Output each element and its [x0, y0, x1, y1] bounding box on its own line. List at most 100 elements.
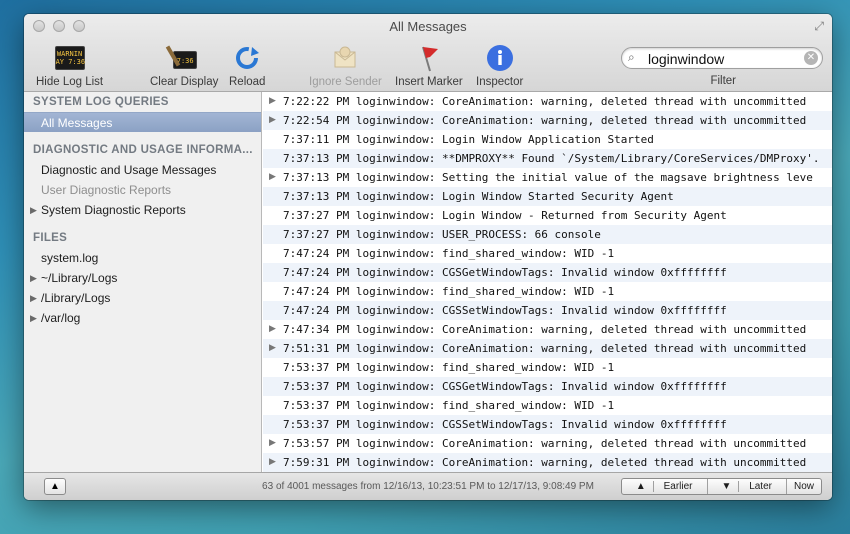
log-message: Login Window Application Started: [441, 133, 654, 146]
log-row[interactable]: 7:47:24 PM loginwindow: find_shared_wind…: [263, 244, 832, 263]
log-time: 7:51:31 PM: [283, 342, 350, 355]
sidebar-item[interactable]: system.log: [24, 248, 261, 268]
log-row-text: 7:37:27 PM loginwindow: Login Window - R…: [283, 209, 727, 222]
log-message: CoreAnimation: warning, deleted thread w…: [441, 456, 807, 469]
log-sender: loginwindow: [355, 304, 429, 317]
log-sender: loginwindow: [355, 171, 429, 184]
ignore-sender-button[interactable]: Ignore Sender: [309, 44, 382, 88]
console-icon: WARNIN AY 7:36: [54, 46, 85, 70]
log-row-text: 7:51:31 PM loginwindow: CoreAnimation: w…: [283, 342, 807, 355]
log-time: 7:47:34 PM: [283, 323, 350, 336]
sidebar-item-label: System Diagnostic Reports: [41, 203, 186, 217]
log-sender: loginwindow: [355, 285, 429, 298]
log-row[interactable]: 7:47:24 PM loginwindow: find_shared_wind…: [263, 282, 832, 301]
log-row[interactable]: ▶ 7:47:34 PM loginwindow: CoreAnimation: …: [263, 320, 832, 339]
log-row[interactable]: 7:53:37 PM loginwindow: CGSGetWindowTags…: [263, 377, 832, 396]
clear-search-icon[interactable]: ✕: [804, 51, 818, 65]
log-row-text: 7:47:24 PM loginwindow: CGSGetWindowTags…: [283, 266, 727, 279]
disclosure-triangle-icon[interactable]: ▶: [30, 308, 37, 328]
log-row-text: 7:37:13 PM loginwindow: Login Window Sta…: [283, 190, 674, 203]
log-message: **DMPROXY** Found `/System/Library/CoreS…: [441, 152, 820, 165]
log-row[interactable]: 7:47:24 PM loginwindow: CGSGetWindowTags…: [263, 263, 832, 282]
log-sender: loginwindow: [355, 247, 429, 260]
log-row[interactable]: ▶ 7:22:54 PM loginwindow: CoreAnimation: …: [263, 111, 832, 130]
fullscreen-icon[interactable]: ⤢: [814, 19, 824, 34]
search-input[interactable]: [648, 50, 798, 67]
log-time: 7:37:13 PM: [283, 152, 350, 165]
log-row[interactable]: 7:37:11 PM loginwindow: Login Window App…: [263, 130, 832, 149]
log-row-text: 7:53:57 PM loginwindow: CoreAnimation: w…: [283, 437, 807, 450]
reload-button[interactable]: Reload: [229, 44, 265, 88]
log-time: 7:53:37 PM: [283, 418, 350, 431]
inspector-button[interactable]: Inspector: [476, 44, 523, 88]
log-row[interactable]: 7:37:27 PM loginwindow: Login Window - R…: [263, 206, 832, 225]
disclosure-triangle-icon[interactable]: ▶: [269, 111, 276, 130]
sidebar-item[interactable]: ▶ System Diagnostic Reports: [24, 200, 261, 220]
sidebar-item-label: /Library/Logs: [41, 291, 111, 305]
log-row-text: 7:53:37 PM loginwindow: find_shared_wind…: [283, 361, 615, 374]
envelope-stamp-icon: [334, 46, 356, 68]
sidebar-item[interactable]: Diagnostic and Usage Messages: [24, 160, 261, 180]
log-time: 7:53:57 PM: [283, 437, 350, 450]
time-navigation: ▲ Earlier ▼ Later Now: [620, 478, 822, 495]
log-message: Setting the initial value of the magsave…: [441, 171, 813, 184]
log-message: find_shared_window: WID -1: [441, 285, 615, 298]
log-time: 7:47:24 PM: [283, 247, 350, 260]
log-message: USER_PROCESS: 66 console: [441, 228, 601, 241]
flag-icon: [421, 46, 438, 72]
disclosure-triangle-icon[interactable]: ▶: [30, 200, 37, 220]
info-icon: [486, 45, 513, 71]
log-sender: loginwindow: [355, 456, 429, 469]
disclosure-triangle-icon[interactable]: ▶: [30, 268, 37, 288]
log-row[interactable]: 7:37:13 PM loginwindow: Login Window Sta…: [263, 187, 832, 206]
log-row[interactable]: 7:47:24 PM loginwindow: CGSSetWindowTags…: [263, 301, 832, 320]
earlier-button[interactable]: ▲ Earlier: [622, 479, 708, 494]
log-sender: loginwindow: [355, 152, 429, 165]
sidebar-item[interactable]: ▶ /var/log: [24, 308, 261, 328]
log-row[interactable]: 7:53:37 PM loginwindow: find_shared_wind…: [263, 396, 832, 415]
clear-display-button[interactable]: 7:36 Clear Display: [150, 44, 218, 88]
sidebar-item[interactable]: All Messages: [24, 112, 261, 132]
log-message: CoreAnimation: warning, deleted thread w…: [441, 114, 807, 127]
log-time: 7:37:11 PM: [283, 133, 350, 146]
log-row[interactable]: ▶ 7:37:13 PM loginwindow: Setting the ini…: [263, 168, 832, 187]
reload-icon: [236, 47, 260, 69]
disclosure-triangle-icon[interactable]: ▶: [269, 339, 276, 358]
log-row[interactable]: 7:37:13 PM loginwindow: **DMPROXY** Foun…: [263, 149, 832, 168]
inspector-label: Inspector: [476, 76, 524, 88]
sidebar-section-header: DIAGNOSTIC AND USAGE INFORMA...: [33, 144, 253, 156]
sidebar-item-label: ~/Library/Logs: [41, 271, 118, 285]
sidebar-item[interactable]: ▶ /Library/Logs: [24, 288, 261, 308]
log-time: 7:53:37 PM: [283, 361, 350, 374]
disclosure-triangle-icon[interactable]: ▶: [269, 92, 276, 111]
log-row[interactable]: ▶ 7:22:22 PM loginwindow: CoreAnimation: …: [263, 92, 832, 111]
log-sender: loginwindow: [355, 342, 429, 355]
disclosure-triangle-icon[interactable]: ▶: [269, 168, 276, 187]
insert-marker-button[interactable]: Insert Marker: [395, 44, 463, 88]
log-sender: loginwindow: [355, 380, 429, 393]
log-row[interactable]: 7:53:37 PM loginwindow: CGSSetWindowTags…: [263, 415, 832, 434]
disclosure-triangle-icon[interactable]: ▶: [269, 453, 276, 472]
hide-log-list-button[interactable]: WARNIN AY 7:36 Hide Log List: [36, 44, 103, 88]
search-field[interactable]: ⌕ ✕: [621, 47, 823, 69]
disclosure-triangle-icon[interactable]: ▶: [30, 288, 37, 308]
log-row-text: 7:53:37 PM loginwindow: CGSSetWindowTags…: [283, 418, 727, 431]
log-row[interactable]: ▶ 7:59:31 PM loginwindow: CoreAnimation: …: [263, 453, 832, 472]
disclosure-triangle-icon[interactable]: ▶: [269, 320, 276, 339]
log-sender: loginwindow: [355, 399, 429, 412]
log-time: 7:37:27 PM: [283, 209, 350, 222]
log-row[interactable]: 7:53:37 PM loginwindow: find_shared_wind…: [263, 358, 832, 377]
log-row[interactable]: ▶ 7:53:57 PM loginwindow: CoreAnimation: …: [263, 434, 832, 453]
sidebar-item[interactable]: ▶ ~/Library/Logs: [24, 268, 261, 288]
later-label: Later: [749, 481, 772, 492]
disclosure-triangle-icon[interactable]: ▶: [269, 434, 276, 453]
later-button[interactable]: ▼ Later: [708, 479, 787, 494]
sidebar-item[interactable]: User Diagnostic Reports: [24, 180, 261, 200]
log-row[interactable]: ▶ 7:51:31 PM loginwindow: CoreAnimation: …: [263, 339, 832, 358]
log-sender: loginwindow: [355, 114, 429, 127]
log-row-text: 7:22:22 PM loginwindow: CoreAnimation: w…: [283, 95, 807, 108]
log-message-list[interactable]: ▶ 7:22:22 PM loginwindow: CoreAnimation: …: [263, 92, 832, 472]
log-row-text: 7:37:27 PM loginwindow: USER_PROCESS: 66…: [283, 228, 601, 241]
log-row[interactable]: 7:37:27 PM loginwindow: USER_PROCESS: 66…: [263, 225, 832, 244]
now-button[interactable]: Now: [787, 479, 821, 494]
